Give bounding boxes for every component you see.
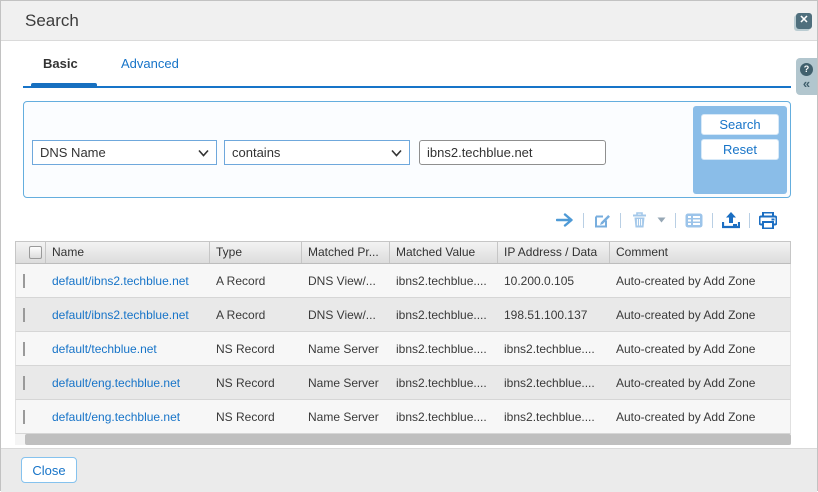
column-header-name[interactable]: Name bbox=[46, 242, 210, 263]
horizontal-scrollbar-thumb[interactable] bbox=[25, 434, 791, 445]
chevron-down-icon bbox=[391, 149, 402, 157]
row-checkbox[interactable] bbox=[23, 410, 25, 424]
column-header-comment[interactable]: Comment bbox=[610, 242, 790, 263]
row-matched-value: ibns2.techblue.... bbox=[390, 410, 498, 424]
row-matched-property: Name Server bbox=[302, 342, 390, 356]
dialog-footer: Close bbox=[1, 448, 817, 492]
tab-underline bbox=[23, 86, 791, 88]
search-button[interactable]: Search bbox=[701, 114, 779, 135]
row-checkbox[interactable] bbox=[23, 308, 25, 322]
row-ip-address: ibns2.techblue.... bbox=[498, 376, 610, 390]
row-type: A Record bbox=[210, 274, 302, 288]
table-header-row: Name Type Matched Pr... Matched Value IP… bbox=[15, 241, 791, 264]
row-checkbox[interactable] bbox=[23, 342, 25, 356]
row-name-link[interactable]: default/ibns2.techblue.net bbox=[52, 308, 189, 322]
row-ip-address: 10.200.0.105 bbox=[498, 274, 610, 288]
row-comment: Auto-created by Add Zone bbox=[610, 376, 790, 390]
toolbar-separator bbox=[749, 213, 750, 228]
row-comment: Auto-created by Add Zone bbox=[610, 274, 790, 288]
row-comment: Auto-created by Add Zone bbox=[610, 308, 790, 322]
side-help-panel[interactable]: ? « bbox=[796, 58, 817, 95]
search-dialog: Search ✕ Basic Advanced ? « DNS Name con… bbox=[0, 0, 818, 491]
row-matched-property: DNS View/... bbox=[302, 308, 390, 322]
row-type: NS Record bbox=[210, 376, 302, 390]
column-header-matched-property[interactable]: Matched Pr... bbox=[302, 242, 390, 263]
results-table: Name Type Matched Pr... Matched Value IP… bbox=[15, 241, 791, 434]
search-filter-box: DNS Name contains Search Reset bbox=[23, 101, 791, 198]
close-button[interactable]: Close bbox=[21, 457, 77, 483]
table-row[interactable]: default/ibns2.techblue.net A Record DNS … bbox=[15, 264, 791, 298]
edit-icon[interactable] bbox=[593, 211, 611, 229]
dialog-close-icon[interactable]: ✕ bbox=[796, 13, 812, 29]
search-value-input[interactable] bbox=[419, 140, 606, 165]
column-header-matched-value[interactable]: Matched Value bbox=[390, 242, 498, 263]
go-to-arrow-icon[interactable] bbox=[556, 211, 574, 229]
row-name-link[interactable]: default/techblue.net bbox=[52, 342, 157, 356]
select-all-checkbox[interactable] bbox=[29, 246, 42, 259]
row-checkbox[interactable] bbox=[23, 274, 25, 288]
toolbar-separator bbox=[712, 213, 713, 228]
operator-select-value: contains bbox=[232, 145, 280, 160]
row-type: NS Record bbox=[210, 410, 302, 424]
select-all-header-cell bbox=[16, 242, 46, 263]
chevron-down-icon bbox=[198, 149, 209, 157]
delete-icon[interactable] bbox=[630, 211, 648, 229]
print-icon[interactable] bbox=[759, 211, 777, 229]
export-icon[interactable] bbox=[722, 211, 740, 229]
row-ip-address: ibns2.techblue.... bbox=[498, 342, 610, 356]
table-row[interactable]: default/eng.techblue.net NS Record Name … bbox=[15, 366, 791, 400]
search-button-panel: Search Reset bbox=[693, 106, 787, 194]
delete-menu-caret-icon[interactable] bbox=[657, 216, 666, 224]
toolbar-separator bbox=[675, 213, 676, 228]
row-name-link[interactable]: default/eng.techblue.net bbox=[52, 376, 180, 390]
table-row[interactable]: default/techblue.net NS Record Name Serv… bbox=[15, 332, 791, 366]
table-body: default/ibns2.techblue.net A Record DNS … bbox=[15, 264, 791, 434]
row-ip-address: ibns2.techblue.... bbox=[498, 410, 610, 424]
table-row[interactable]: default/ibns2.techblue.net A Record DNS … bbox=[15, 298, 791, 332]
row-ip-address: 198.51.100.137 bbox=[498, 308, 610, 322]
results-toolbar bbox=[1, 206, 818, 234]
row-matched-value: ibns2.techblue.... bbox=[390, 376, 498, 390]
dialog-titlebar: Search ✕ bbox=[1, 1, 817, 41]
reset-button[interactable]: Reset bbox=[701, 139, 779, 160]
toolbar-separator bbox=[620, 213, 621, 228]
row-checkbox[interactable] bbox=[23, 376, 25, 390]
column-header-type[interactable]: Type bbox=[210, 242, 302, 263]
field-select-value: DNS Name bbox=[40, 145, 106, 160]
row-comment: Auto-created by Add Zone bbox=[610, 342, 790, 356]
row-comment: Auto-created by Add Zone bbox=[610, 410, 790, 424]
row-matched-value: ibns2.techblue.... bbox=[390, 342, 498, 356]
tab-basic[interactable]: Basic bbox=[43, 56, 78, 71]
help-icon[interactable]: ? bbox=[800, 63, 813, 76]
row-matched-value: ibns2.techblue.... bbox=[390, 308, 498, 322]
row-name-link[interactable]: default/eng.techblue.net bbox=[52, 410, 180, 424]
row-type: NS Record bbox=[210, 342, 302, 356]
horizontal-scrollbar-track bbox=[15, 434, 791, 445]
row-matched-property: Name Server bbox=[302, 410, 390, 424]
column-header-ip-address[interactable]: IP Address / Data bbox=[498, 242, 610, 263]
row-name-link[interactable]: default/ibns2.techblue.net bbox=[52, 274, 189, 288]
tab-bar: Basic Advanced bbox=[1, 42, 817, 91]
tab-active-indicator bbox=[31, 83, 97, 88]
field-select[interactable]: DNS Name bbox=[32, 140, 217, 165]
row-matched-property: Name Server bbox=[302, 376, 390, 390]
operator-select[interactable]: contains bbox=[224, 140, 410, 165]
collapse-panel-icon[interactable]: « bbox=[803, 77, 810, 90]
tab-advanced[interactable]: Advanced bbox=[121, 56, 179, 71]
row-matched-value: ibns2.techblue.... bbox=[390, 274, 498, 288]
row-matched-property: DNS View/... bbox=[302, 274, 390, 288]
dialog-title: Search bbox=[25, 1, 79, 41]
row-type: A Record bbox=[210, 308, 302, 322]
table-row[interactable]: default/eng.techblue.net NS Record Name … bbox=[15, 400, 791, 434]
table-view-icon[interactable] bbox=[685, 211, 703, 229]
toolbar-separator bbox=[583, 213, 584, 228]
